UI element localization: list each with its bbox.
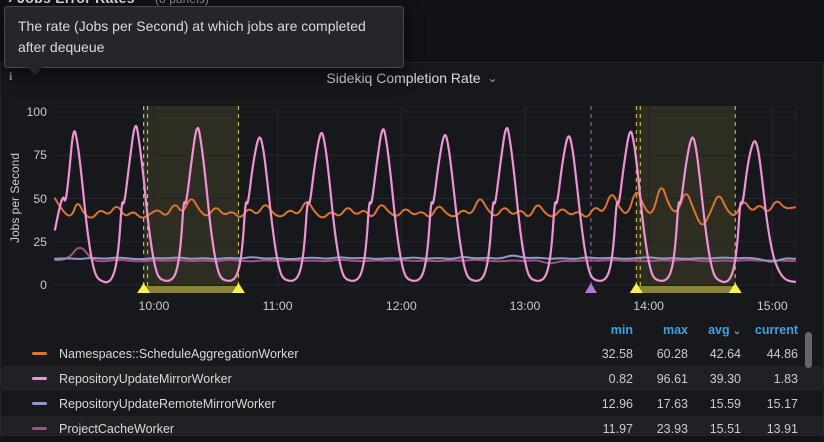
series-name[interactable]: Namespaces::ScheduleAggregationWorker bbox=[59, 347, 581, 361]
series-max: 60.28 bbox=[633, 347, 688, 361]
timeseries-chart-canvas[interactable] bbox=[1, 96, 824, 306]
series-min: 0.82 bbox=[581, 372, 633, 386]
legend-col-avg[interactable]: avg⌄ bbox=[688, 323, 741, 337]
series-avg: 39.30 bbox=[688, 372, 741, 386]
series-min: 12.96 bbox=[581, 397, 633, 411]
series-avg: 15.59 bbox=[688, 397, 741, 411]
y-tick-label: 25 bbox=[1, 235, 47, 249]
series-current: 1.83 bbox=[741, 372, 798, 386]
x-tick-label: 15:00 bbox=[749, 299, 795, 313]
series-name[interactable]: ProjectCacheWorker bbox=[59, 422, 581, 436]
series-avg: 42.64 bbox=[688, 347, 741, 361]
series-color-swatch bbox=[32, 427, 47, 430]
x-tick-label: 14:00 bbox=[626, 299, 672, 313]
legend-col-max[interactable]: max bbox=[633, 323, 688, 337]
series-color-swatch bbox=[32, 377, 47, 380]
legend-row: RepositoryUpdateMirrorWorker 0.82 96.61 … bbox=[1, 366, 824, 391]
series-min: 32.58 bbox=[581, 347, 633, 361]
legend-table: min max avg⌄ current Namespaces::Schedul… bbox=[1, 319, 824, 436]
series-current: 13.91 bbox=[741, 422, 798, 436]
y-tick-label: 75 bbox=[1, 148, 47, 162]
series-avg: 15.51 bbox=[688, 422, 741, 436]
sidekiq-completion-rate-panel: i Sidekiq Completion Rate ⌄ Jobs per Sec… bbox=[0, 62, 824, 436]
info-icon[interactable]: i bbox=[9, 69, 12, 84]
grafana-dashboard: { "icons": { "row_caret": "›", "chevron_… bbox=[0, 0, 824, 442]
legend-row: ProjectCacheWorker 11.97 23.93 15.51 13.… bbox=[1, 416, 824, 436]
x-tick-label: 13:00 bbox=[502, 299, 548, 313]
legend-col-min[interactable]: min bbox=[581, 323, 633, 337]
series-max: 96.61 bbox=[633, 372, 688, 386]
series-current: 15.17 bbox=[741, 397, 798, 411]
x-tick-label: 10:00 bbox=[131, 299, 177, 313]
x-tick-label: 11:00 bbox=[255, 299, 301, 313]
panel-description-tooltip: The rate (Jobs per Second) at which jobs… bbox=[4, 6, 404, 68]
legend-rows: Namespaces::ScheduleAggregationWorker 32… bbox=[1, 341, 824, 436]
y-tick-label: 50 bbox=[1, 192, 47, 206]
chevron-down-icon[interactable]: ⌄ bbox=[488, 71, 498, 85]
legend-scrollbar-thumb[interactable] bbox=[805, 332, 812, 368]
legend-row: RepositoryUpdateRemoteMirrorWorker 12.96… bbox=[1, 391, 824, 416]
series-color-swatch bbox=[32, 352, 47, 355]
series-name[interactable]: RepositoryUpdateMirrorWorker bbox=[59, 372, 581, 386]
tooltip-text: The rate (Jobs per Second) at which jobs… bbox=[18, 18, 366, 55]
series-color-swatch bbox=[32, 402, 47, 405]
tooltip-caret bbox=[27, 67, 43, 75]
panel-title: Sidekiq Completion Rate bbox=[326, 70, 480, 86]
series-max: 17.63 bbox=[633, 397, 688, 411]
series-min: 11.97 bbox=[581, 422, 633, 436]
y-tick-label: 100 bbox=[1, 105, 47, 119]
legend-col-current[interactable]: current bbox=[741, 323, 798, 337]
sort-down-icon: ⌄ bbox=[733, 326, 741, 337]
legend-header: min max avg⌄ current bbox=[1, 319, 824, 341]
series-name[interactable]: RepositoryUpdateRemoteMirrorWorker bbox=[59, 397, 581, 411]
series-max: 23.93 bbox=[633, 422, 688, 436]
y-tick-label: 0 bbox=[1, 278, 47, 292]
series-current: 44.86 bbox=[741, 347, 798, 361]
legend-row: Namespaces::ScheduleAggregationWorker 32… bbox=[1, 341, 824, 366]
x-tick-label: 12:00 bbox=[378, 299, 424, 313]
